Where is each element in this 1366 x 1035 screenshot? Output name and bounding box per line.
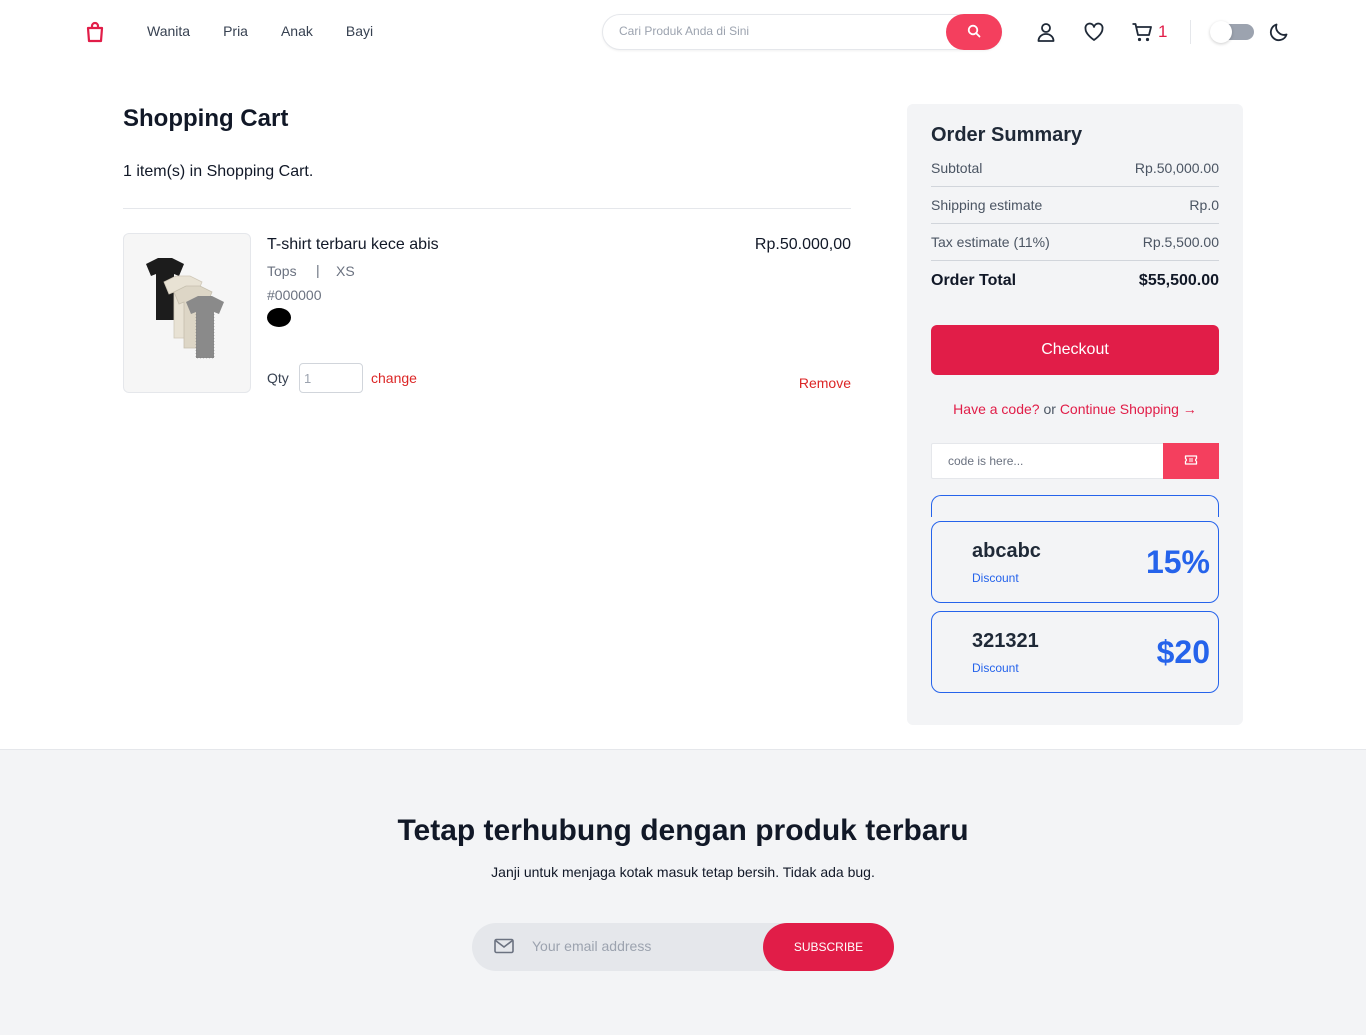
meta-separator: |	[316, 262, 320, 278]
subtotal-label: Subtotal	[931, 160, 983, 176]
order-summary-panel: Order Summary Subtotal Rp.50,000.00 Ship…	[907, 104, 1243, 725]
promo-code-input[interactable]	[948, 454, 1148, 468]
search-icon	[967, 24, 981, 41]
summary-divider	[931, 260, 1219, 261]
shipping-label: Shipping estimate	[931, 197, 1043, 213]
color-swatch	[267, 308, 291, 327]
nav-bayi[interactable]: Bayi	[346, 23, 373, 39]
ticket-icon	[1184, 454, 1198, 469]
coupon-code: abcabc	[972, 540, 1041, 562]
search-input[interactable]	[619, 24, 939, 38]
header-divider	[1190, 20, 1191, 44]
cart-item-count: 1 item(s) in Shopping Cart.	[123, 163, 314, 180]
product-price: Rp.50.000,00	[754, 236, 851, 253]
page-title: Shopping Cart	[123, 105, 289, 132]
tax-label: Tax estimate (11%)	[931, 234, 1050, 250]
change-qty-link[interactable]: change	[371, 370, 417, 386]
cart-count-badge: 1	[1158, 22, 1168, 41]
summary-divider	[931, 186, 1219, 187]
promo-code-field	[931, 443, 1219, 479]
or-text: or	[1043, 401, 1056, 417]
divider	[123, 208, 851, 209]
coupon-code: 321321	[972, 630, 1039, 652]
product-size: XS	[336, 263, 355, 279]
nav-wanita[interactable]: Wanita	[147, 23, 190, 39]
toggle-knob	[1210, 21, 1232, 43]
coupon-label: Discount	[972, 571, 1019, 585]
subscribe-button[interactable]: SUBSCRIBE	[763, 923, 894, 971]
have-code-link[interactable]: Have a code?	[953, 401, 1039, 417]
coupon-label: Discount	[972, 661, 1019, 675]
quantity-input[interactable]	[299, 363, 363, 393]
total-row: Order Total $55,500.00	[931, 272, 1219, 290]
code-prompt: Have a code? or Continue Shopping →	[907, 401, 1243, 417]
dark-mode-toggle[interactable]	[1210, 21, 1254, 43]
heart-icon[interactable]	[1083, 21, 1105, 43]
coupon-value: 15%	[1145, 544, 1210, 580]
product-image[interactable]	[123, 233, 251, 393]
email-input[interactable]	[532, 938, 752, 954]
search-button[interactable]	[946, 14, 1002, 50]
qty-label: Qty	[267, 370, 289, 386]
shipping-value: Rp.0	[1189, 197, 1219, 213]
coupon-card[interactable]: 321321 Discount $20	[931, 611, 1219, 693]
subscribe-form: SUBSCRIBE	[472, 923, 894, 971]
coupon-card[interactable]: abcabc Discount 15%	[931, 521, 1219, 603]
apply-code-button[interactable]	[1163, 443, 1219, 479]
subtotal-value: Rp.50,000.00	[1134, 160, 1219, 176]
remove-item-link[interactable]: Remove	[760, 375, 851, 391]
product-name[interactable]: T-shirt terbaru kece abis	[267, 236, 439, 254]
tax-value: Rp.5,500.00	[1142, 234, 1219, 250]
product-color-code: #000000	[267, 287, 322, 303]
nav-pria[interactable]: Pria	[223, 23, 248, 39]
newsletter-subtitle: Janji untuk menjaga kotak masuk tetap be…	[491, 864, 875, 880]
subtotal-row: Subtotal Rp.50,000.00	[931, 160, 1219, 176]
summary-divider	[931, 223, 1219, 224]
tax-row: Tax estimate (11%) Rp.5,500.00	[931, 234, 1219, 250]
product-category: Tops	[267, 263, 297, 279]
total-value: $55,500.00	[1138, 272, 1219, 289]
shopping-bag-logo-icon[interactable]	[84, 21, 106, 43]
coupon-card-partial	[931, 495, 1219, 517]
moon-icon[interactable]	[1268, 21, 1290, 43]
main-nav: Wanita Pria Anak Bayi	[147, 23, 406, 39]
nav-anak[interactable]: Anak	[281, 23, 313, 39]
header: Wanita Pria Anak Bayi 1	[0, 0, 1366, 64]
continue-shopping-link[interactable]: Continue Shopping →	[1060, 401, 1197, 417]
search-bar	[602, 14, 1002, 50]
user-icon[interactable]	[1035, 21, 1057, 43]
total-label: Order Total	[931, 272, 1017, 289]
cart-icon[interactable]	[1131, 21, 1153, 43]
shipping-row: Shipping estimate Rp.0	[931, 197, 1219, 213]
newsletter-title: Tetap terhubung dengan produk terbaru	[397, 814, 969, 847]
newsletter-section: Tetap terhubung dengan produk terbaru Ja…	[0, 749, 1366, 1035]
checkout-button[interactable]: Checkout	[931, 325, 1219, 375]
mail-icon	[494, 938, 514, 959]
order-summary-title: Order Summary	[931, 124, 1083, 146]
coupon-value: $20	[1156, 634, 1210, 670]
